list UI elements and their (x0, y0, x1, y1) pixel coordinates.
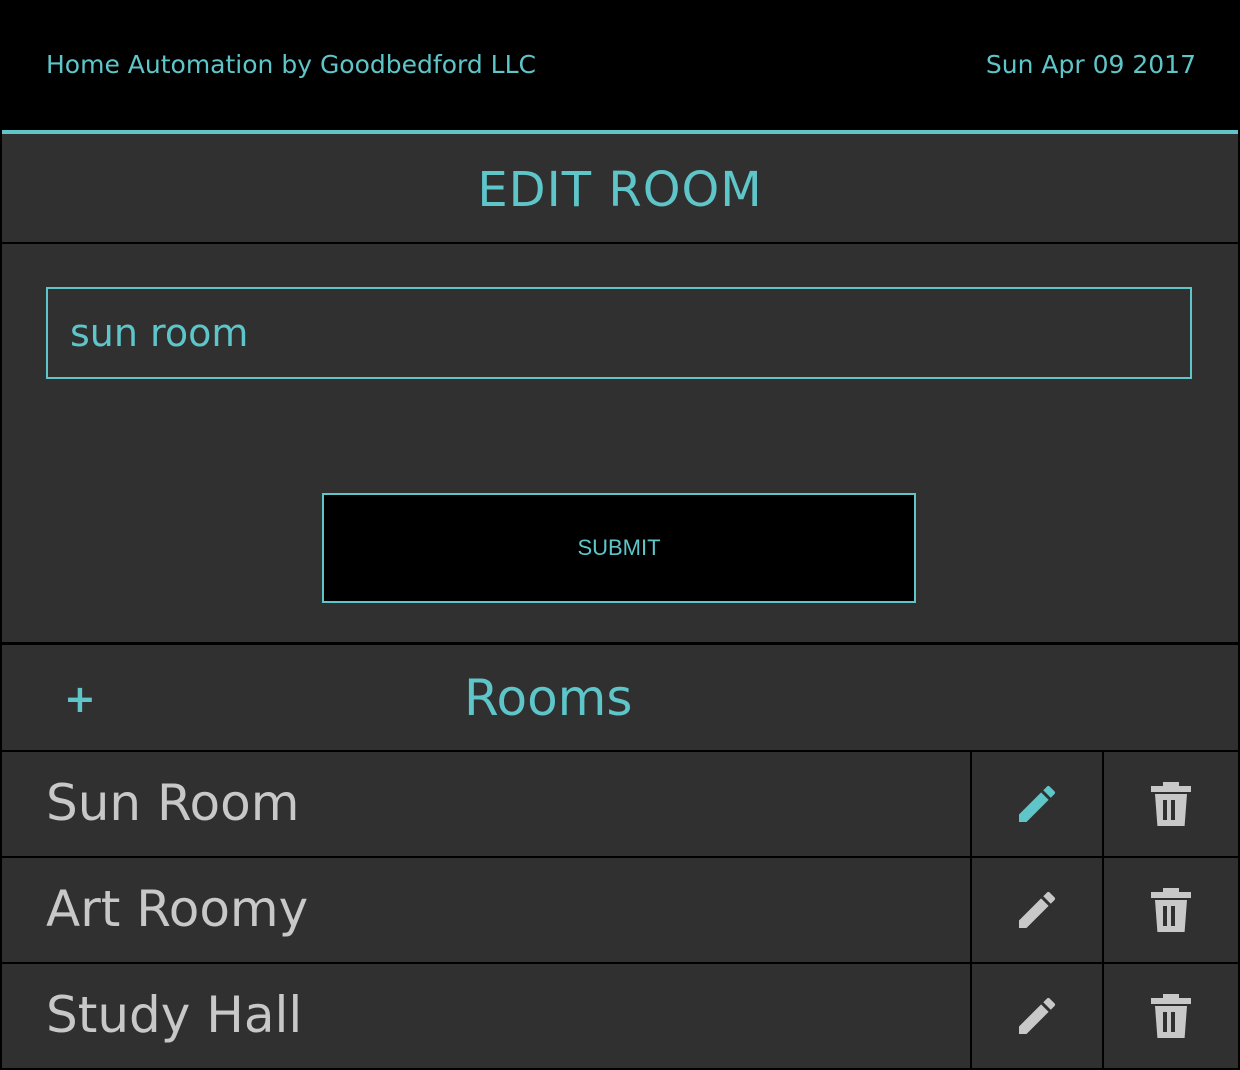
delete-room-button[interactable] (1104, 858, 1238, 962)
edit-room-button[interactable] (970, 858, 1104, 962)
room-name-input[interactable] (46, 287, 1192, 379)
delete-room-button[interactable] (1104, 964, 1238, 1068)
pencil-icon (1019, 997, 1056, 1034)
add-room-button[interactable]: + (64, 677, 96, 721)
pencil-icon (1019, 785, 1056, 822)
edit-room-heading-bar: EDIT ROOM (2, 138, 1238, 244)
trash-icon (1151, 994, 1191, 1038)
room-name: Art Roomy (46, 880, 309, 938)
room-name: Study Hall (46, 986, 303, 1044)
top-bar: Home Automation by Goodbedford LLC Sun A… (2, 2, 1238, 134)
current-date: Sun Apr 09 2017 (985, 50, 1196, 79)
edit-room-heading: EDIT ROOM (477, 162, 763, 218)
submit-button[interactable]: SUBMIT (322, 493, 916, 603)
pencil-icon (1019, 891, 1056, 928)
edit-room-button[interactable] (970, 964, 1104, 1068)
trash-icon (1151, 782, 1191, 826)
rooms-header: + Rooms (2, 642, 1238, 752)
app-title: Home Automation by Goodbedford LLC (46, 50, 536, 79)
edit-room-button[interactable] (970, 752, 1104, 856)
room-row: Study Hall (2, 964, 1238, 1070)
delete-room-button[interactable] (1104, 752, 1238, 856)
room-row: Art Roomy (2, 858, 1238, 964)
room-name: Sun Room (46, 774, 300, 832)
room-row: Sun Room (2, 752, 1238, 858)
rooms-heading: Rooms (464, 669, 633, 727)
trash-icon (1151, 888, 1191, 932)
app-window: Home Automation by Goodbedford LLC Sun A… (0, 0, 1240, 1070)
